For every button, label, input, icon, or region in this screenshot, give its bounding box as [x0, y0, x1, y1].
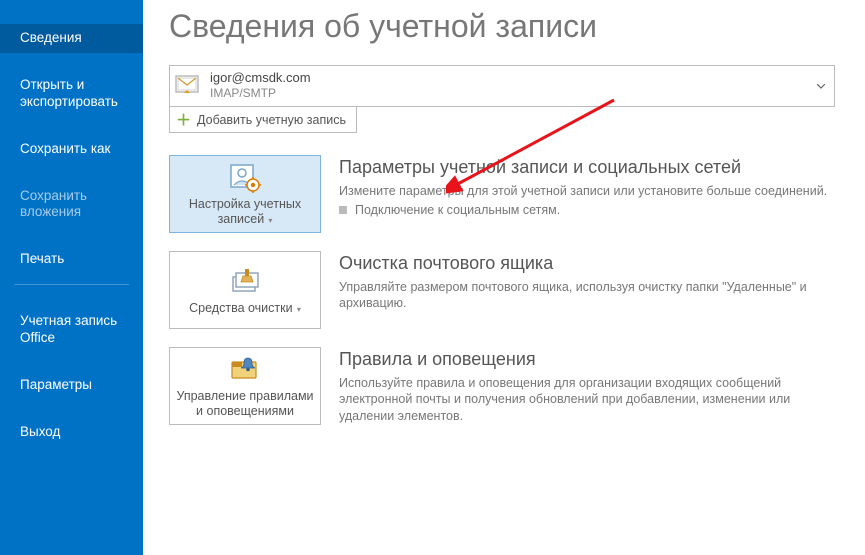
- card-label: Настройка учетных записей ▾: [176, 197, 314, 227]
- sidebar-item-save-as[interactable]: Сохранить как: [0, 135, 143, 164]
- bullet-icon: [339, 206, 347, 214]
- sidebar-item-label: Учетная запись Office: [20, 313, 117, 345]
- account-selector[interactable]: igor@cmsdk.com IMAP/SMTP: [169, 65, 835, 107]
- sidebar-item-label: Печать: [20, 251, 64, 266]
- card-rules-alerts[interactable]: Управление правилами и оповещениями: [169, 347, 321, 425]
- add-account-button[interactable]: ＋ Добавить учетную запись: [169, 107, 357, 133]
- account-text: igor@cmsdk.com IMAP/SMTP: [204, 66, 808, 106]
- section-title: Очистка почтового ящика: [339, 253, 835, 275]
- sidebar-item-save-attachments: Сохранить вложения: [0, 182, 143, 228]
- card-cleanup-tools[interactable]: Средства очистки ▾: [169, 251, 321, 329]
- section-cleanup: Средства очистки ▾ Очистка почтового ящи…: [169, 251, 835, 329]
- sidebar-item-options[interactable]: Параметры: [0, 371, 143, 400]
- account-settings-icon: [228, 163, 262, 193]
- plus-icon: ＋: [176, 109, 191, 130]
- sidebar-item-open-export[interactable]: Открыть и экспортировать: [0, 71, 143, 117]
- backstage-sidebar: Сведения Открыть и экспортировать Сохран…: [0, 0, 143, 555]
- section-rules: Управление правилами и оповещениями Прав…: [169, 347, 835, 425]
- cleanup-icon: [228, 267, 262, 297]
- add-account-label: Добавить учетную запись: [197, 113, 346, 127]
- section-text: Используйте правила и оповещения для орг…: [339, 375, 835, 426]
- section-title: Правила и оповещения: [339, 349, 835, 371]
- sidebar-item-label: Сохранить как: [20, 141, 110, 156]
- sidebar-separator: [14, 284, 129, 285]
- section-link-label: Подключение к социальным сетям.: [355, 203, 560, 217]
- sidebar-item-label: Выход: [20, 424, 60, 439]
- sidebar-item-office-account[interactable]: Учетная запись Office: [0, 307, 143, 353]
- sidebar-item-print[interactable]: Печать: [0, 245, 143, 274]
- main-panel: Сведения об учетной записи igor@cmsdk.co…: [143, 0, 865, 555]
- account-protocol: IMAP/SMTP: [210, 86, 802, 100]
- account-dropdown-button[interactable]: [808, 66, 834, 106]
- card-account-settings[interactable]: Настройка учетных записей ▾: [169, 155, 321, 233]
- sidebar-item-label: Сведения: [20, 30, 82, 45]
- sidebar-item-exit[interactable]: Выход: [0, 418, 143, 447]
- card-label: Средства очистки ▾: [189, 301, 301, 316]
- sidebar-item-label: Параметры: [20, 377, 92, 392]
- sidebar-item-label: Сохранить вложения: [20, 188, 87, 220]
- sidebar-item-info[interactable]: Сведения: [0, 24, 143, 53]
- sidebar-item-label: Открыть и экспортировать: [20, 77, 118, 109]
- rules-icon: [228, 355, 262, 385]
- section-text: Управляйте размером почтового ящика, исп…: [339, 279, 835, 313]
- section-title: Параметры учетной записи и социальных се…: [339, 157, 835, 179]
- chevron-down-icon: [817, 84, 825, 89]
- section-text: Измените параметры для этой учетной запи…: [339, 183, 835, 200]
- mailbox-icon: [170, 66, 204, 106]
- account-email: igor@cmsdk.com: [210, 70, 802, 86]
- section-account-settings: Настройка учетных записей ▾ Параметры уч…: [169, 155, 835, 233]
- card-label: Управление правилами и оповещениями: [176, 389, 314, 419]
- page-title: Сведения об учетной записи: [169, 8, 835, 45]
- chevron-down-icon: ▾: [295, 305, 301, 314]
- section-link-social[interactable]: Подключение к социальным сетям.: [339, 203, 835, 217]
- chevron-down-icon: ▾: [266, 216, 272, 225]
